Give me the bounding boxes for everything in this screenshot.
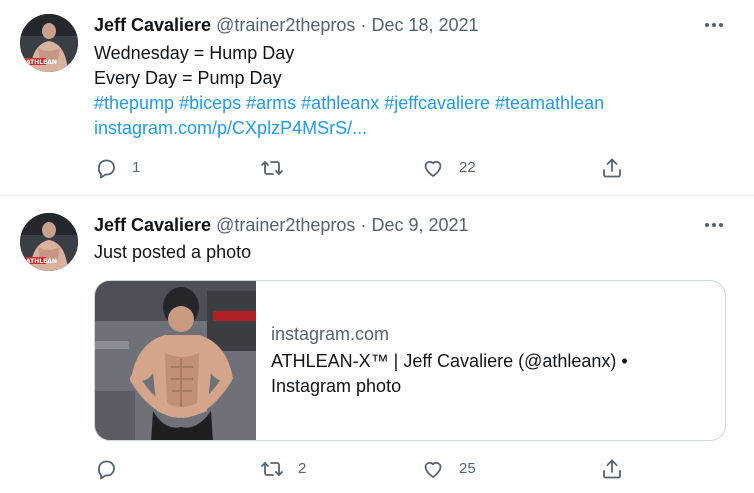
like-icon — [424, 461, 442, 478]
like-button[interactable]: 22 — [421, 156, 476, 180]
tweet[interactable]: ATHLEAN Jeff Cavaliere @trainer2thepros … — [0, 197, 754, 493]
hashtag-link[interactable]: #jeffcavaliere — [384, 93, 490, 113]
more-button[interactable] — [702, 213, 726, 237]
avatar[interactable]: ATHLEAN — [20, 14, 78, 72]
author-handle[interactable]: @trainer2thepros — [216, 15, 355, 35]
reply-count: 1 — [132, 159, 141, 176]
tweet-actions: 1 22 — [94, 156, 634, 180]
reply-icon — [97, 159, 115, 179]
timeline: ATHLEAN Jeff Cavaliere @trainer2thepros … — [0, 0, 754, 493]
more-icon — [705, 23, 723, 27]
tweet[interactable]: ATHLEAN Jeff Cavaliere @trainer2thepros … — [0, 0, 754, 196]
tweet-header: Jeff Cavaliere @trainer2thepros · Dec 18… — [94, 13, 479, 37]
share-icon — [603, 459, 621, 479]
svg-text:ATHLEAN: ATHLEAN — [26, 258, 57, 265]
hashtag-link[interactable]: #biceps — [179, 93, 241, 113]
retweet-icon — [261, 161, 283, 175]
gym-photo-icon — [95, 281, 256, 440]
share-button[interactable] — [600, 457, 624, 481]
share-button[interactable] — [600, 156, 624, 180]
retweet-icon — [261, 462, 283, 476]
card-domain: instagram.com — [271, 324, 390, 344]
more-button[interactable] — [702, 13, 726, 37]
reply-icon — [97, 460, 115, 480]
retweet-count: 2 — [298, 460, 307, 477]
hashtag-link[interactable]: #thepump — [94, 93, 174, 113]
profile-photo-icon: ATHLEAN — [20, 14, 78, 72]
hashtag-line: #thepump #biceps #arms #athleanx #jeffca… — [94, 91, 604, 116]
tweet-text: Just posted a photo — [94, 240, 251, 265]
tweet-text-line: Every Day = Pump Day — [94, 68, 282, 88]
like-count: 22 — [459, 159, 476, 176]
retweet-button[interactable]: 2 — [260, 457, 306, 481]
svg-text:ATHLEAN: ATHLEAN — [26, 59, 57, 66]
profile-photo-icon: ATHLEAN — [20, 213, 78, 271]
tweet-actions: 2 25 — [94, 457, 634, 481]
link-card[interactable]: instagram.com ATHLEAN-X™ | Jeff Cavalier… — [94, 280, 726, 441]
tweet-text-line: Just posted a photo — [94, 242, 252, 262]
author-name[interactable]: Jeff Cavaliere — [94, 215, 211, 235]
tweet-date[interactable]: Dec 9, 2021 — [371, 215, 468, 235]
card-title: ATHLEAN-X™ | Jeff Cavaliere (@athleanx) … — [271, 351, 628, 396]
separator-dot: · — [360, 215, 367, 235]
card-image — [95, 281, 256, 440]
like-button[interactable]: 25 — [421, 457, 476, 481]
tweet-text-line: Wednesday = Hump Day — [94, 43, 295, 63]
author-handle[interactable]: @trainer2thepros — [216, 215, 355, 235]
more-icon — [705, 223, 723, 227]
reply-button[interactable]: 1 — [94, 156, 140, 180]
instagram-link[interactable]: instagram.com/p/CXplzP4MSrS/... — [94, 116, 604, 141]
tweet-date[interactable]: Dec 18, 2021 — [371, 15, 478, 35]
retweet-button[interactable] — [260, 156, 298, 180]
like-count: 25 — [459, 460, 476, 477]
hashtag-link[interactable]: #athleanx — [301, 93, 379, 113]
avatar[interactable]: ATHLEAN — [20, 213, 78, 271]
author-name[interactable]: Jeff Cavaliere — [94, 15, 211, 35]
like-icon — [424, 160, 442, 177]
reply-button[interactable] — [94, 457, 132, 481]
tweet-header: Jeff Cavaliere @trainer2thepros · Dec 9,… — [94, 213, 469, 237]
separator-dot: · — [360, 15, 367, 35]
share-icon — [603, 158, 621, 178]
hashtag-link[interactable]: #arms — [246, 93, 296, 113]
tweet-text: Wednesday = Hump Day Every Day = Pump Da… — [94, 41, 604, 141]
hashtag-link[interactable]: #teamathlean — [495, 93, 604, 113]
